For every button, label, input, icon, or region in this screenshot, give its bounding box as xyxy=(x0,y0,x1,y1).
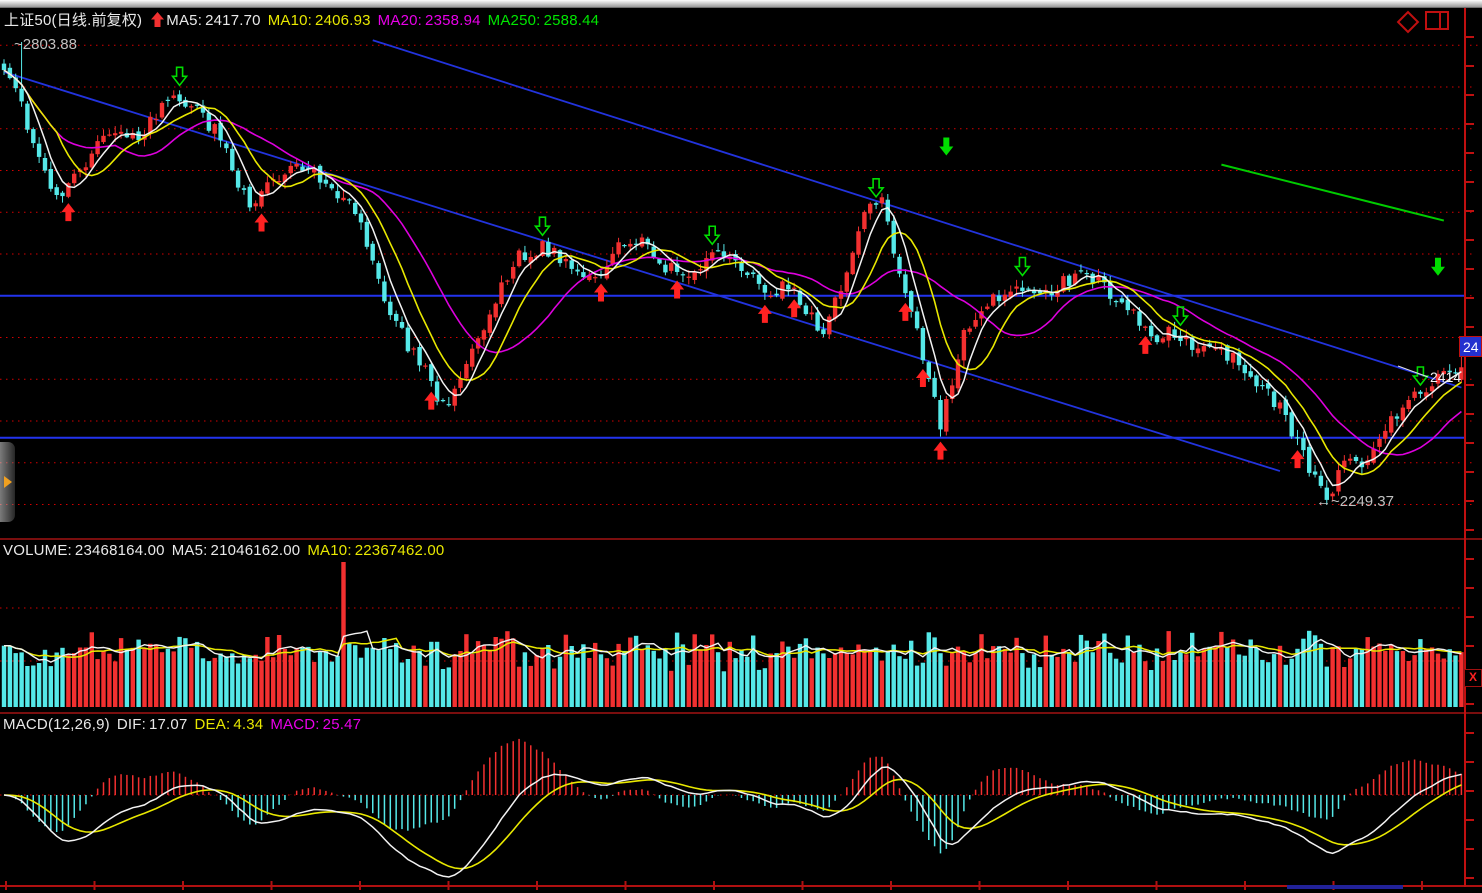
chart-title: 上证50(日线.前复权) xyxy=(4,12,142,29)
sidebar-expand-handle[interactable] xyxy=(0,442,15,522)
dea-value: 4.34 xyxy=(233,716,263,733)
macd-value: 25.47 xyxy=(323,716,362,733)
volume-ma5-label: MA5: xyxy=(172,542,208,559)
macd-title: MACD(12,26,9) xyxy=(3,716,110,733)
last-price-badge: 24 xyxy=(1459,336,1482,357)
main-chart-header: 上证50(日线.前复权) MA5:2417.70 MA10:2406.93 MA20:… xyxy=(4,9,606,30)
volume-header: VOLUME:23468164.00 MA5:21046162.00 MA10:22… xyxy=(3,542,451,559)
dif-value: 17.07 xyxy=(149,716,188,733)
macd-value-label: MACD: xyxy=(270,716,319,733)
split-window-icon[interactable] xyxy=(1425,11,1449,30)
ma20-label: MA20: xyxy=(378,12,422,29)
expand-arrow-icon xyxy=(4,476,12,488)
ma250-label: MA250: xyxy=(488,12,541,29)
ma10-label: MA10: xyxy=(268,12,312,29)
close-indicator-button[interactable]: X xyxy=(1464,669,1482,687)
volume-ma10-label: MA10: xyxy=(307,542,351,559)
volume-value: 23468164.00 xyxy=(75,542,165,559)
buy-signal-icon xyxy=(151,12,164,27)
ma10-value: 2406.93 xyxy=(315,12,371,29)
high-price-label: ~2803.88 xyxy=(14,36,77,53)
dea-label: DEA: xyxy=(195,716,231,733)
ma250-value: 2588.44 xyxy=(544,12,600,29)
chart-canvas[interactable] xyxy=(0,0,1482,893)
ma20-value: 2358.94 xyxy=(425,12,481,29)
price-callout: 2414 xyxy=(1430,369,1461,385)
app-window: 上证50(日线.前复权)MA5:2417.70MA10:2406.93MA20:… xyxy=(0,0,1482,893)
volume-ma10-value: 22367462.00 xyxy=(355,542,445,559)
volume-label: VOLUME: xyxy=(3,542,72,559)
ma5-value: 2417.70 xyxy=(205,12,261,29)
macd-header: MACD(12,26,9) DIF:17.07 DEA:4.34 MACD:25.47 xyxy=(3,716,368,733)
ma5-label: MA5: xyxy=(166,12,202,29)
low-price-label: ←~2249.37 xyxy=(1316,493,1394,510)
volume-ma5-value: 21046162.00 xyxy=(211,542,301,559)
dif-label: DIF: xyxy=(117,716,146,733)
